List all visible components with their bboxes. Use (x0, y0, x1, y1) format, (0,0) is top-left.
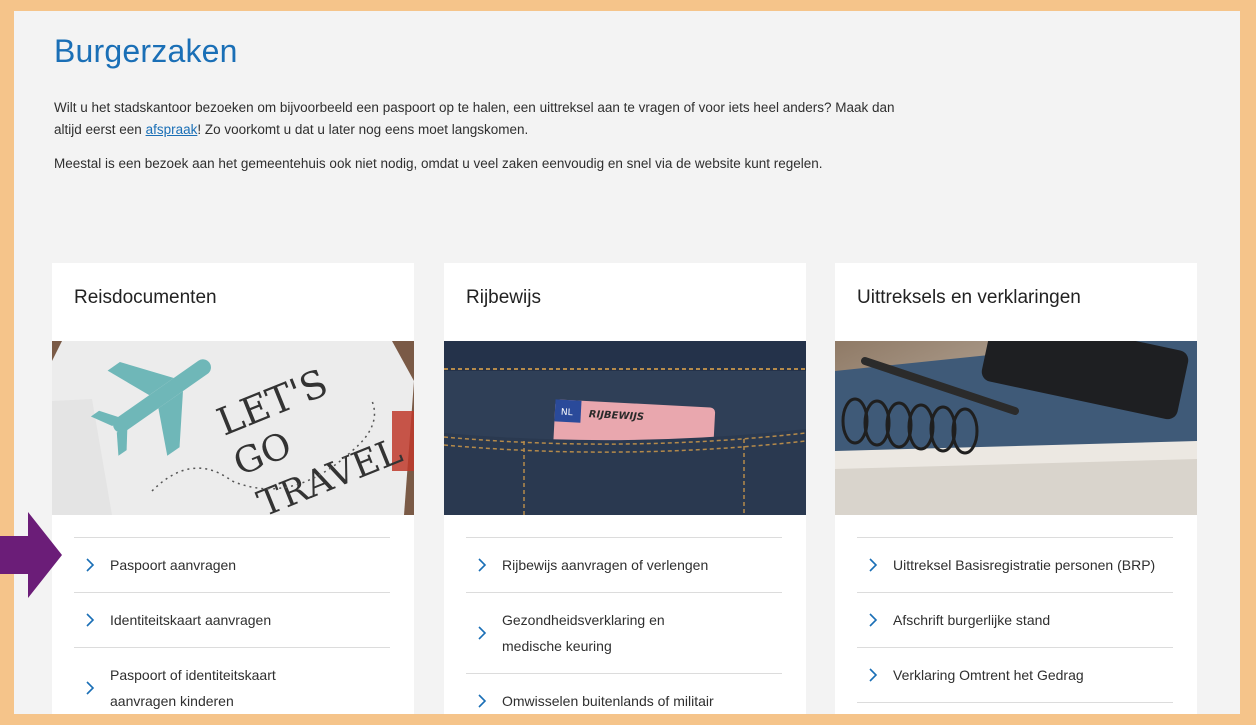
list-item[interactable]: Identiteitskaart aanvragen (74, 593, 390, 648)
list-item[interactable]: Gezondheidsverklaring en medische keurin… (466, 593, 782, 674)
list-item[interactable]: Paspoort aanvragen (74, 538, 390, 593)
list-item-label: Verklaring Omtrent het Gedrag (893, 667, 1084, 683)
chevron-right-icon (869, 668, 878, 682)
travel-image[interactable]: LET'S GO TRAVEL (52, 341, 414, 515)
chevron-right-icon (869, 613, 878, 627)
page-content: Burgerzaken Wilt u het stadskantoor bezo… (14, 11, 1240, 714)
list-item-label: Uittreksel Basisregistratie personen (BR… (893, 557, 1156, 573)
card-rijbewijs: Rijbewijs NL RIJBEWIJS Rijbewijs aanvrag… (444, 263, 806, 714)
list-item-label: Paspoort aanvragen (110, 557, 237, 573)
rijbewijs-image[interactable]: NL RIJBEWIJS (444, 341, 806, 515)
notebook-illustration (835, 341, 1197, 515)
chevron-right-icon (478, 694, 487, 708)
card-uittreksels: Uittreksels en verklaringen Uittreksel B… (835, 263, 1197, 714)
uittreksels-list: Uittreksel Basisregistratie personen (BR… (857, 537, 1173, 703)
card-title[interactable]: Uittreksels en verklaringen (857, 287, 1081, 309)
chevron-right-icon (478, 626, 487, 640)
chevron-right-icon (86, 613, 95, 627)
chevron-right-icon (86, 558, 95, 572)
intro-paragraph-1: Wilt u het stadskantoor bezoeken om bijv… (54, 97, 914, 141)
chevron-right-icon (478, 558, 487, 572)
card-reisdocumenten: Reisdocumenten LET'S GO TRAVEL Paspoort … (52, 263, 414, 714)
list-item[interactable]: Uittreksel Basisregistratie personen (BR… (857, 538, 1173, 593)
intro-text: Wilt u het stadskantoor bezoeken om bijv… (54, 97, 914, 187)
list-item[interactable]: Afschrift burgerlijke stand (857, 593, 1173, 648)
chevron-right-icon (869, 558, 878, 572)
jeans-pocket-illustration: NL RIJBEWIJS (444, 341, 806, 515)
uittreksels-image[interactable] (835, 341, 1197, 515)
intro-paragraph-2: Meestal is een bezoek aan het gemeentehu… (54, 156, 823, 171)
list-item[interactable]: Rijbewijs aanvragen of verlengen (466, 538, 782, 593)
card-title[interactable]: Reisdocumenten (74, 287, 217, 309)
list-item-label: Omwisselen buitenlands of militair (502, 693, 714, 709)
intro-text-part: ! Zo voorkomt u dat u later nog eens moe… (197, 122, 529, 137)
list-item-label: Rijbewijs aanvragen of verlengen (502, 557, 709, 573)
list-item-label: Afschrift burgerlijke stand (893, 612, 1051, 628)
list-item[interactable]: Verklaring Omtrent het Gedrag (857, 648, 1173, 703)
chevron-right-icon (86, 681, 95, 695)
page-title: Burgerzaken (54, 33, 238, 69)
card-country-code: NL (561, 408, 573, 419)
list-item[interactable]: Paspoort of identiteitskaart aanvragen k… (74, 648, 390, 714)
list-item-label: Identiteitskaart aanvragen (110, 612, 272, 628)
arrow-right-icon (0, 512, 62, 598)
list-item-label: Gezondheidsverklaring en medische keurin… (502, 612, 665, 654)
list-item[interactable]: Omwisselen buitenlands of militair (466, 674, 782, 714)
card-title[interactable]: Rijbewijs (466, 287, 541, 309)
list-item-label: Paspoort of identiteitskaart aanvragen k… (110, 667, 276, 709)
afspraak-link[interactable]: afspraak (146, 122, 198, 137)
travel-illustration: LET'S GO TRAVEL (52, 341, 414, 515)
rijbewijs-list: Rijbewijs aanvragen of verlengen Gezondh… (466, 537, 782, 714)
reisdocumenten-list: Paspoort aanvragen Identiteitskaart aanv… (74, 537, 390, 714)
